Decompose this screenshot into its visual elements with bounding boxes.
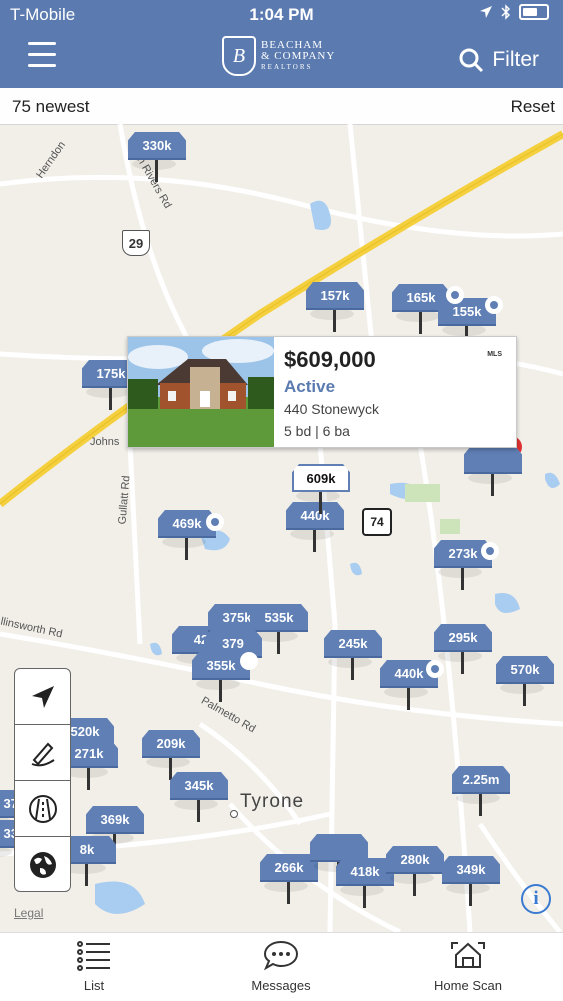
listing-address: 440 Stonewyck <box>284 401 379 417</box>
tab-home-scan-label: Home Scan <box>434 978 502 993</box>
globe-icon <box>29 851 56 878</box>
listing-popup-card[interactable]: $609,000 Active 440 Stonewyck 5 bd | 6 b… <box>127 336 517 448</box>
legal-link[interactable]: Legal <box>14 906 43 920</box>
new-listing-dot <box>206 513 224 531</box>
tab-list[interactable]: List <box>24 939 164 993</box>
chat-bubble-icon <box>263 940 299 971</box>
info-icon[interactable]: i <box>521 884 551 914</box>
logo-crest-icon: B <box>222 36 256 76</box>
brand-logo: B BEACHAM & COMPANY REALTORS <box>222 36 335 76</box>
hamburger-menu-icon[interactable] <box>28 42 56 68</box>
route-29-shield: 29 <box>122 230 150 256</box>
battery-icon <box>519 4 549 20</box>
town-dot <box>230 810 238 818</box>
listing-status: Active <box>284 377 336 396</box>
logo-line1: BEACHAM <box>261 38 324 51</box>
new-listing-dot <box>446 286 464 304</box>
new-listing-dot <box>485 296 503 314</box>
map-view[interactable]: Johns llinsworth Rd Palmetto Rd Gullatt … <box>0 124 563 932</box>
tab-messages[interactable]: Messages <box>211 939 351 993</box>
bottom-navigation: List Messages Home Scan <box>0 932 563 1001</box>
reset-button[interactable]: Reset <box>511 97 555 117</box>
commute-button[interactable] <box>15 781 70 837</box>
location-icon <box>480 6 492 18</box>
filter-button[interactable]: Filter <box>458 47 539 73</box>
list-icon <box>77 941 110 971</box>
results-bar: 75 newest Reset <box>0 88 563 125</box>
tab-home-scan[interactable]: Home Scan <box>398 939 538 993</box>
tab-list-label: List <box>83 978 105 993</box>
filter-label: Filter <box>492 48 539 71</box>
road-label-johns: Johns <box>90 436 120 448</box>
road-icon <box>28 794 57 823</box>
open-house-icon <box>240 652 258 670</box>
status-bar: T-Mobile 1:04 PM <box>0 0 563 30</box>
globe-button[interactable] <box>15 837 70 891</box>
locate-button[interactable] <box>15 669 70 725</box>
results-count: 75 newest <box>12 97 90 116</box>
logo-line3: REALTORS <box>261 62 313 71</box>
listing-photo[interactable] <box>128 337 274 447</box>
map-tools-panel <box>14 668 71 892</box>
home-scan-icon <box>451 942 485 968</box>
tab-messages-label: Messages <box>251 978 311 993</box>
town-label-tyrone: Tyrone <box>240 791 305 812</box>
app-header: B BEACHAM & COMPANY REALTORS Filter <box>0 30 563 88</box>
bluetooth-icon <box>501 4 511 20</box>
draw-button[interactable] <box>15 725 70 781</box>
search-icon <box>459 48 484 73</box>
new-listing-dot <box>481 542 499 560</box>
listing-beds-baths: 5 bd | 6 ba <box>284 423 350 439</box>
logo-line2: & COMPANY <box>261 49 336 62</box>
location-arrow-icon <box>31 685 54 708</box>
mls-logo: MLS <box>487 351 502 358</box>
listing-price: $609,000 <box>284 347 376 372</box>
pencil-draw-icon <box>31 742 55 766</box>
new-listing-dot <box>426 660 444 678</box>
route-74-shield: 74 <box>362 508 392 536</box>
